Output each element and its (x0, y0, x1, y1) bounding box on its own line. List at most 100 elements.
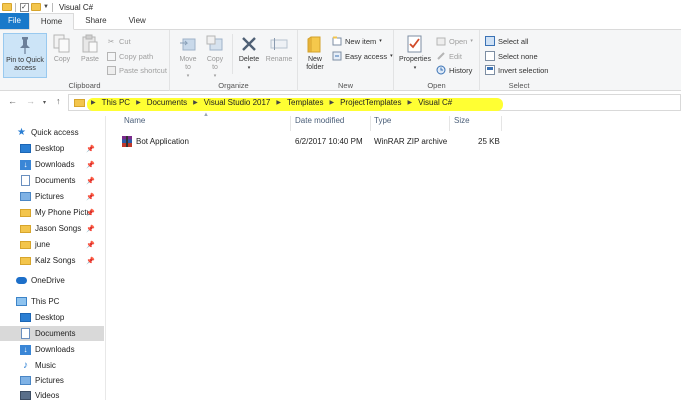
column-header-size[interactable]: Size (454, 116, 470, 131)
column-divider[interactable] (501, 116, 502, 131)
rename-button[interactable]: Rename (265, 33, 293, 64)
pin-label: Pin to Quick access (6, 57, 44, 72)
sidebar-item-quick-access[interactable]: ★ Quick access (0, 125, 104, 140)
recent-locations-chevron-icon[interactable]: ▾ (43, 99, 46, 106)
cut-label: Cut (119, 36, 131, 46)
delete-button[interactable]: Delete ▾ (236, 33, 262, 72)
copy-to-button[interactable]: Copy to ▾ (204, 33, 226, 80)
new-folder-button[interactable]: New folder (302, 33, 328, 72)
winrar-archive-icon (122, 136, 132, 147)
copy-path-icon (106, 51, 116, 61)
breadcrumb-visual-csharp[interactable]: Visual C# (418, 98, 452, 107)
pin-icon[interactable]: 📌 (86, 193, 95, 201)
breadcrumb-chevron-icon[interactable]: ▶ (193, 99, 198, 106)
sidebar-item-label: Downloads (35, 345, 75, 354)
new-item-button[interactable]: New item ▾ (332, 35, 382, 47)
column-divider[interactable] (449, 116, 450, 131)
desktop-icon (20, 313, 31, 323)
copy-button[interactable]: Copy (51, 33, 73, 64)
desktop-icon (20, 144, 31, 154)
select-none-button[interactable]: Select none (485, 50, 538, 62)
sidebar-item-pc-pictures[interactable]: Pictures (0, 373, 104, 388)
edit-icon (436, 51, 446, 61)
up-arrow-icon[interactable]: ↑ (56, 96, 61, 106)
address-bar[interactable]: ▶ This PC ▶ Documents ▶ Visual Studio 20… (68, 94, 681, 111)
sidebar-item-kalz-songs[interactable]: Kalz Songs 📌 (0, 253, 104, 268)
pin-icon[interactable]: 📌 (86, 177, 95, 185)
sidebar-item-pc-downloads[interactable]: ↓ Downloads (0, 342, 104, 357)
breadcrumb-chevron-icon[interactable]: ▶ (136, 99, 141, 106)
move-to-button[interactable]: Move to ▾ (177, 33, 199, 80)
column-divider[interactable] (370, 116, 371, 131)
customize-toolbar-chevron-icon[interactable]: ▼ (43, 4, 49, 10)
new-folder-icon (304, 33, 326, 55)
sidebar-item-downloads[interactable]: ↓ Downloads 📌 (0, 157, 104, 172)
tab-home[interactable]: Home (28, 13, 75, 30)
pin-icon[interactable]: 📌 (86, 225, 95, 233)
pin-icon[interactable]: 📌 (86, 257, 95, 265)
forward-arrow-icon[interactable]: → (26, 96, 35, 106)
breadcrumb-project-templates[interactable]: ProjectTemplates (340, 98, 401, 107)
pin-icon[interactable]: 📌 (86, 161, 95, 169)
breadcrumb-documents[interactable]: Documents (147, 98, 187, 107)
easy-access-button[interactable]: Easy access ▾ (332, 50, 393, 62)
file-name: Bot Application (136, 137, 189, 146)
paste-button[interactable]: Paste (78, 33, 102, 64)
sidebar-item-documents[interactable]: Documents 📌 (0, 173, 104, 188)
pin-icon[interactable]: 📌 (86, 209, 95, 217)
sidebar-item-my-phone-pictures[interactable]: My Phone Pictu 📌 (0, 205, 104, 220)
new-folder-quick-icon[interactable] (31, 2, 41, 12)
sidebar-item-pc-desktop[interactable]: Desktop (0, 310, 104, 325)
sidebar-item-label: Desktop (35, 144, 65, 153)
back-arrow-icon[interactable]: ← (8, 96, 17, 106)
sidebar-item-pc-videos[interactable]: Videos (0, 388, 104, 400)
column-header-date-modified[interactable]: Date modified (295, 116, 344, 131)
sidebar-item-pc-music[interactable]: ♪ Music (0, 358, 104, 373)
breadcrumb-chevron-icon[interactable]: ▶ (329, 99, 334, 106)
sidebar-item-pc-documents[interactable]: Documents (0, 326, 104, 341)
copy-label: Copy (53, 56, 71, 63)
sidebar-item-onedrive[interactable]: OneDrive (0, 273, 104, 288)
column-header-type[interactable]: Type (374, 116, 391, 131)
breadcrumb-templates[interactable]: Templates (287, 98, 323, 107)
sidebar-item-label: Kalz Songs (35, 256, 76, 265)
paste-shortcut-button[interactable]: Paste shortcut (106, 64, 167, 76)
properties-button[interactable]: Properties ▾ (397, 33, 433, 72)
select-all-button[interactable]: Select all (485, 35, 528, 47)
clipboard-group-label: Clipboard (68, 81, 101, 90)
breadcrumb-chevron-icon[interactable]: ▶ (276, 99, 281, 106)
invert-selection-button[interactable]: Invert selection (485, 64, 548, 76)
clipboard-group: Pin to Quick access Copy Paste ✂ Cut Cop… (0, 30, 170, 91)
tab-view[interactable]: View (118, 13, 157, 29)
tab-share[interactable]: Share (74, 13, 117, 29)
column-divider[interactable] (290, 116, 291, 131)
copy-path-button[interactable]: Copy path (106, 50, 153, 62)
pin-icon[interactable]: 📌 (86, 241, 95, 249)
sidebar-item-desktop[interactable]: Desktop 📌 (0, 141, 104, 156)
sidebar-item-june[interactable]: june 📌 (0, 237, 104, 252)
sort-ascending-icon: ▲ (203, 112, 209, 118)
tab-file[interactable]: File (0, 13, 29, 29)
breadcrumb-chevron-icon[interactable]: ▶ (91, 99, 96, 106)
column-header-name[interactable]: Name (124, 116, 145, 131)
rename-icon (268, 33, 290, 55)
select-all-icon (485, 36, 495, 46)
pin-icon[interactable]: 📌 (86, 145, 95, 153)
edit-button[interactable]: Edit (436, 50, 462, 62)
breadcrumb-visual-studio-2017[interactable]: Visual Studio 2017 (204, 98, 271, 107)
breadcrumb-chevron-icon[interactable]: ▶ (407, 99, 412, 106)
history-button[interactable]: History (436, 64, 472, 76)
sidebar-item-pictures[interactable]: Pictures 📌 (0, 189, 104, 204)
properties-chevron-icon: ▾ (413, 65, 417, 71)
sidebar-item-jason-songs[interactable]: Jason Songs 📌 (0, 221, 104, 236)
file-size: 25 KB (478, 137, 500, 146)
sidebar-item-label: Downloads (35, 160, 75, 169)
properties-check-icon[interactable]: ✓ (19, 2, 29, 12)
table-row[interactable]: Bot Application 6/2/2017 10:40 PM WinRAR… (120, 136, 510, 149)
sidebar-item-this-pc[interactable]: This PC (0, 294, 104, 309)
open-button[interactable]: Open ▾ (436, 35, 473, 47)
copy-path-label: Copy path (119, 51, 154, 61)
cut-button[interactable]: ✂ Cut (106, 35, 131, 47)
breadcrumb-this-pc[interactable]: This PC (102, 98, 130, 107)
pin-to-quick-access-button[interactable]: Pin to Quick access (3, 33, 47, 78)
